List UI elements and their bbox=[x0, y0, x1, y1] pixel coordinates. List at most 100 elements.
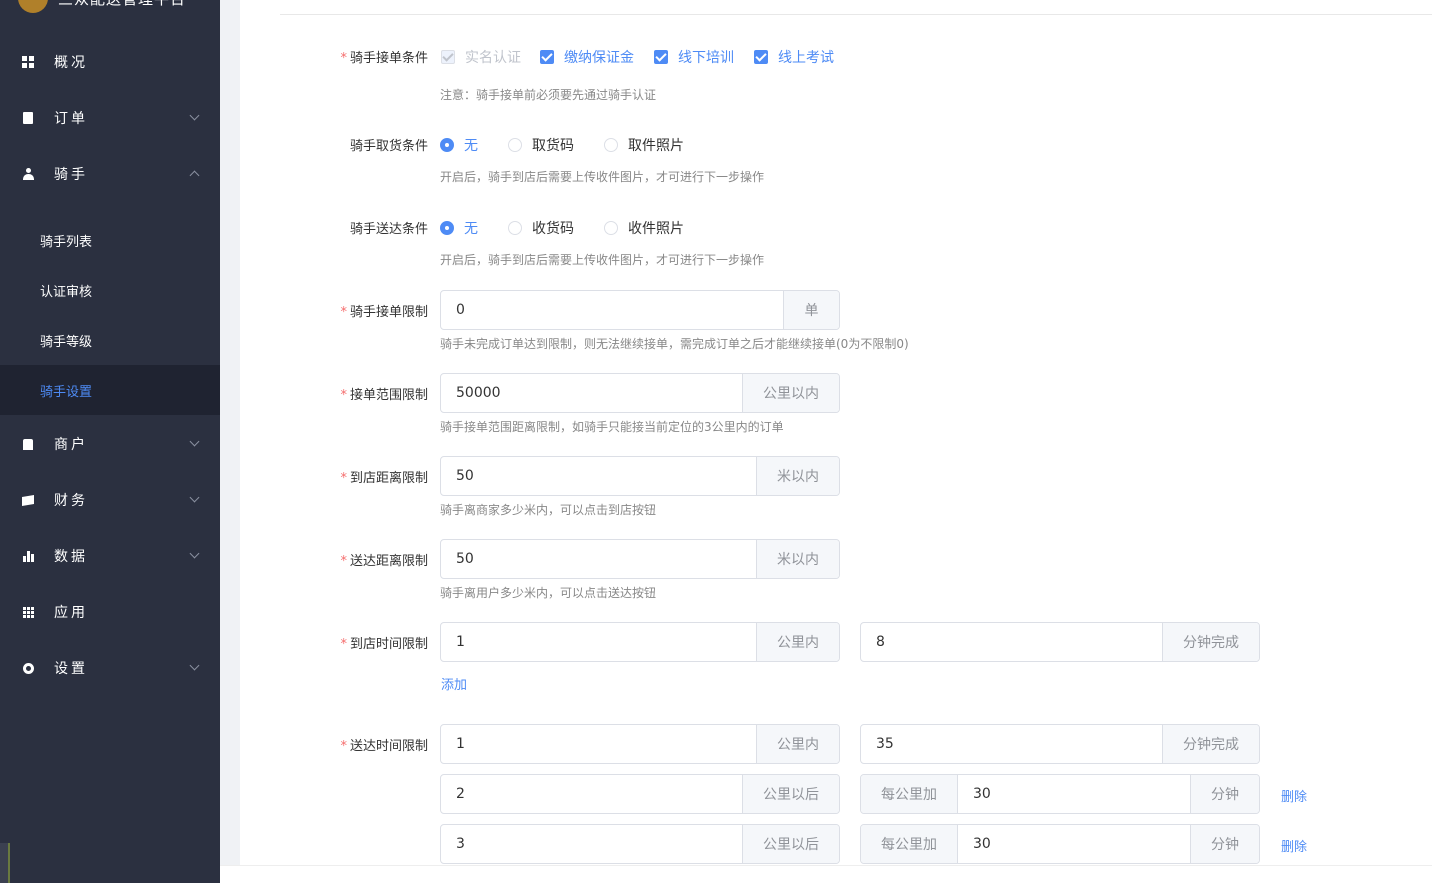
radio-icon bbox=[508, 221, 522, 235]
gear-icon bbox=[22, 662, 34, 674]
extra-min-unit: 分钟 bbox=[1190, 775, 1259, 813]
store-time-min-unit: 分钟完成 bbox=[1162, 623, 1259, 661]
extra-km-input[interactable] bbox=[441, 825, 742, 863]
dashboard-icon bbox=[22, 56, 34, 68]
sidebar-item-overview[interactable]: 概况 bbox=[0, 34, 220, 90]
range-limit-hint: 骑手接单范围距离限制，如骑手只能接当前定位的3公里内的订单 bbox=[440, 420, 784, 434]
deliver-time-min-input[interactable] bbox=[861, 725, 1162, 763]
deliver-time-min-unit: 分钟完成 bbox=[1162, 725, 1259, 763]
store-distance-input[interactable] bbox=[441, 457, 756, 495]
deliver-time-label: * 送达时间限制 bbox=[340, 739, 428, 754]
sub-item-cert-review[interactable]: 认证审核 bbox=[0, 265, 220, 315]
checkbox-icon bbox=[540, 50, 554, 64]
apps-icon bbox=[22, 606, 34, 618]
add-rule-link[interactable]: 添加 bbox=[441, 674, 467, 693]
deliver-distance-label: * 送达距离限制 bbox=[340, 554, 428, 569]
sidebar-item-finance[interactable]: 财务 bbox=[0, 472, 220, 528]
checkbox-icon bbox=[441, 50, 455, 64]
clipboard-icon bbox=[22, 112, 34, 124]
sub-item-rider-settings[interactable]: 骑手设置 bbox=[0, 365, 220, 415]
sub-item-rider-list[interactable]: 骑手列表 bbox=[0, 215, 220, 265]
range-limit-label: * 接单范围限制 bbox=[340, 388, 428, 403]
extra-min-group: 每公里加 分钟 bbox=[860, 774, 1260, 814]
radio-pickup-code[interactable]: 取货码 bbox=[508, 135, 574, 155]
accept-condition-label: * 骑手接单条件 bbox=[340, 51, 428, 66]
checkbox-deposit[interactable]: 缴纳保证金 bbox=[540, 47, 634, 67]
sidebar-item-apps[interactable]: 应用 bbox=[0, 584, 220, 640]
sidebar-item-orders[interactable]: 订单 bbox=[0, 90, 220, 146]
deliver-distance-hint: 骑手离用户多少米内，可以点击送达按钮 bbox=[440, 586, 657, 600]
order-limit-hint: 骑手未完成订单达到限制，则无法继续接单，需完成订单之后才能继续接单(0为不限制0… bbox=[440, 337, 909, 351]
sub-item-rider-level[interactable]: 骑手等级 bbox=[0, 315, 220, 365]
sidebar-item-settings[interactable]: 设置 bbox=[0, 640, 220, 696]
store-distance-group: 米以内 bbox=[440, 456, 840, 496]
sidebar-item-data[interactable]: 数据 bbox=[0, 528, 220, 584]
sidebar-item-riders[interactable]: 骑手 bbox=[0, 146, 220, 202]
radio-icon bbox=[440, 138, 454, 152]
extra-min-prefix: 每公里加 bbox=[861, 825, 958, 863]
store-time-km-unit: 公里内 bbox=[756, 623, 839, 661]
deliver-distance-input[interactable] bbox=[441, 540, 756, 578]
range-limit-input[interactable] bbox=[441, 374, 742, 412]
radio-icon bbox=[604, 138, 618, 152]
logo-icon bbox=[18, 0, 48, 13]
radio-icon bbox=[508, 138, 522, 152]
bar-chart-icon bbox=[22, 550, 34, 562]
sidebar-item-label: 订单 bbox=[54, 111, 88, 127]
wallet-icon bbox=[22, 494, 34, 506]
radio-icon bbox=[604, 221, 618, 235]
chevron-down-icon bbox=[189, 660, 200, 671]
radio-delivery-none[interactable]: 无 bbox=[440, 218, 478, 238]
extra-min-input[interactable] bbox=[958, 825, 1190, 863]
checkbox-offline-training[interactable]: 线下培训 bbox=[654, 47, 734, 67]
deliver-time-min-group: 分钟完成 bbox=[860, 724, 1260, 764]
extra-km-unit: 公里以后 bbox=[742, 825, 839, 863]
pickup-hint: 开启后，骑手到店后需要上传收件图片，才可进行下一步操作 bbox=[440, 170, 765, 184]
range-limit-unit: 公里以内 bbox=[742, 374, 839, 412]
level-indicator bbox=[0, 843, 10, 883]
sidebar-item-label: 数据 bbox=[54, 549, 88, 565]
chevron-up-icon bbox=[189, 170, 200, 181]
chevron-down-icon bbox=[189, 492, 200, 503]
checkbox-online-exam[interactable]: 线上考试 bbox=[754, 47, 834, 67]
extra-min-group: 每公里加 分钟 bbox=[860, 824, 1260, 864]
radio-delivery-code[interactable]: 收货码 bbox=[508, 218, 574, 238]
extra-min-input[interactable] bbox=[958, 775, 1190, 813]
delete-link[interactable]: 删除 bbox=[1281, 836, 1307, 855]
deliver-time-km-input[interactable] bbox=[441, 725, 756, 763]
extra-min-prefix: 每公里加 bbox=[861, 775, 958, 813]
sidebar-item-label: 设置 bbox=[54, 661, 88, 677]
logo[interactable]: 三众配送管理平台 bbox=[18, 0, 186, 13]
radio-icon bbox=[440, 221, 454, 235]
extra-km-unit: 公里以后 bbox=[742, 775, 839, 813]
deliver-time-km-group: 公里内 bbox=[440, 724, 840, 764]
bottom-strip bbox=[220, 865, 1432, 883]
accept-hint: 注意：骑手接单前必须要先通过骑手认证 bbox=[440, 88, 657, 102]
radio-pickup-none[interactable]: 无 bbox=[440, 135, 478, 155]
extra-km-input[interactable] bbox=[441, 775, 742, 813]
user-icon bbox=[22, 168, 34, 180]
store-time-min-input[interactable] bbox=[861, 623, 1162, 661]
extra-min-unit: 分钟 bbox=[1190, 825, 1259, 863]
pickup-condition-label: 骑手取货条件 bbox=[349, 139, 428, 154]
checkbox-realname[interactable]: 实名认证 bbox=[441, 47, 521, 67]
deliver-distance-unit: 米以内 bbox=[756, 540, 839, 578]
checkbox-icon bbox=[654, 50, 668, 64]
order-limit-input[interactable] bbox=[441, 291, 783, 329]
radio-delivery-photo[interactable]: 收件照片 bbox=[604, 218, 684, 238]
chevron-down-icon bbox=[189, 110, 200, 121]
extra-km-group: 公里以后 bbox=[440, 774, 840, 814]
range-limit-group: 公里以内 bbox=[440, 373, 840, 413]
extra-km-group: 公里以后 bbox=[440, 824, 840, 864]
store-time-km-input[interactable] bbox=[441, 623, 756, 661]
sidebar-item-label: 商户 bbox=[54, 437, 88, 453]
delivery-hint: 开启后，骑手到店后需要上传收件图片，才可进行下一步操作 bbox=[440, 253, 765, 267]
chevron-down-icon bbox=[189, 548, 200, 559]
delete-link[interactable]: 删除 bbox=[1281, 786, 1307, 805]
sidebar-item-label: 骑手 bbox=[54, 167, 88, 183]
sidebar-item-merchants[interactable]: 商户 bbox=[0, 416, 220, 472]
divider bbox=[280, 14, 1432, 15]
checkbox-icon bbox=[754, 50, 768, 64]
radio-pickup-photo[interactable]: 取件照片 bbox=[604, 135, 684, 155]
logo-text: 三众配送管理平台 bbox=[58, 0, 186, 9]
